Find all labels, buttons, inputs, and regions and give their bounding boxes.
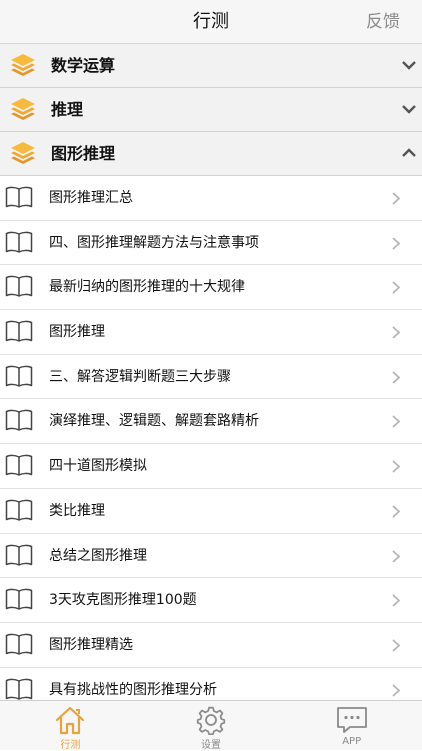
tab-label: APP [342,736,362,747]
book-icon [5,365,33,387]
tab-label: 行测 [60,740,81,751]
item-label: 图形推理精选 [49,636,133,653]
chevron-right-icon [392,237,400,250]
chevron-right-icon [392,371,400,384]
item-label: 3天攻克图形推理100题 [49,592,197,609]
category-label: 数学运算 [51,56,116,75]
chevron-up-icon [402,148,416,157]
item-label: 图形推理 [49,324,105,341]
item-label: 最新归纳的图形推理的十大规律 [49,279,245,296]
chevron-right-icon [392,460,400,473]
page-title: 行测 [193,11,229,32]
item-label: 图形推理汇总 [49,190,133,206]
list-item[interactable]: 演绎推理、逻辑题、解题套路精析 [0,399,422,445]
list-item[interactable]: 三、解答逻辑判断题三大步骤 [0,354,422,400]
tab-app[interactable]: APP [281,701,422,750]
book-icon [5,186,33,208]
category-label: 图形推理 [51,144,116,163]
list-item[interactable]: 四十道图形模拟 [0,444,422,489]
chevron-right-icon [392,505,400,518]
tab-bar: 行测 设置 APP [0,700,422,751]
book-icon [5,633,33,655]
item-label: 演绎推理、逻辑题、解题套路精析 [49,413,259,430]
category-label: 推理 [51,100,84,119]
chevron-right-icon [392,281,400,295]
chevron-right-icon [392,326,400,339]
navigation-bar: 行测 反馈 [0,0,422,44]
tab-home[interactable]: 行测 [0,701,141,751]
item-label: 四、图形推理解题方法与注意事项 [49,234,259,251]
book-icon [5,499,33,521]
feedback-button[interactable]: 反馈 [366,0,400,44]
layers-icon [11,142,35,164]
book-icon [5,588,33,610]
item-label: 总结之图形推理 [49,547,147,564]
list-item[interactable]: 总结之图形推理 [0,533,422,579]
tab-label: 设置 [201,740,221,751]
list-item[interactable]: 类比推理 [0,488,422,534]
layers-icon [11,98,35,120]
chevron-right-icon [392,415,400,429]
item-label: 三、解答逻辑判断题三大步骤 [49,368,231,385]
item-label: 类比推理 [49,502,105,519]
chat-icon [336,707,367,733]
category-math[interactable]: 数学运算 [0,44,422,88]
list-item[interactable]: 3天攻克图形推理100题 [0,578,422,623]
chevron-right-icon [392,594,400,607]
list-item[interactable]: 图形推理 [0,310,422,355]
list-item[interactable]: 图形推理精选 [0,622,422,668]
item-label: 四十道图形模拟 [49,458,147,475]
list-item[interactable]: 四、图形推理解题方法与注意事项 [0,220,422,266]
category-figure-reasoning[interactable]: 图形推理 [0,132,422,176]
category-reasoning[interactable]: 推理 [0,88,422,132]
chevron-down-icon [402,105,416,114]
chevron-right-icon [392,683,400,697]
list-item[interactable]: 图形推理汇总 [0,176,422,221]
list-item[interactable]: 最新归纳的图形推理的十大规律 [0,265,422,311]
content-list[interactable]: 数学运算 推理 图形推理 图形推理汇总 四、图形推理解题方法与注意事项 最新归纳… [0,44,422,700]
item-label: 具有挑战性的图形推理分析 [49,681,217,698]
book-icon [5,678,33,700]
book-icon [5,454,33,476]
chevron-right-icon [392,639,400,652]
tab-settings[interactable]: 设置 [141,701,282,751]
home-icon [56,706,85,735]
chevron-right-icon [392,192,400,205]
book-icon [5,231,33,253]
book-icon [5,544,33,566]
book-icon [5,410,33,432]
list-item[interactable]: 具有挑战性的图形推理分析 [0,667,422,700]
book-icon [5,276,33,298]
chevron-right-icon [392,549,400,563]
gear-icon [196,706,226,735]
book-icon [5,320,33,342]
chevron-down-icon [402,61,416,70]
layers-icon [11,54,35,76]
